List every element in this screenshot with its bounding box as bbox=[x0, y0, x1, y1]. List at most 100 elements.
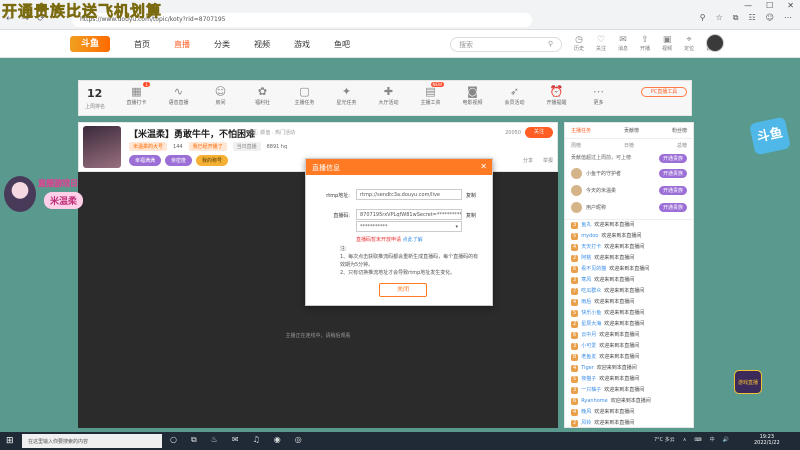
share-button[interactable]: 分享 bbox=[523, 157, 533, 164]
daily-live-tag[interactable]: 当日直播 bbox=[232, 142, 261, 151]
tab-fans[interactable]: 粉丝榜 bbox=[672, 127, 687, 134]
keyboard-icon[interactable]: ⌨ bbox=[694, 437, 701, 443]
chip-title[interactable]: 我的称号 bbox=[196, 155, 229, 166]
streamer-avatar[interactable] bbox=[83, 126, 121, 168]
cortana-icon[interactable]: ○ bbox=[170, 435, 177, 445]
taskbar-clock[interactable]: 19:23 2022/1/22 bbox=[754, 434, 780, 446]
chip-happy[interactable]: 幸福满满 bbox=[129, 155, 162, 166]
chat-username[interactable]: 老鱼友 bbox=[581, 354, 596, 361]
chat-username[interactable]: 快乐小鱼 bbox=[581, 310, 601, 317]
tool-star[interactable]: ✦ 星光任务 bbox=[333, 85, 360, 106]
chat-username[interactable]: 雨后 bbox=[581, 299, 591, 306]
tab-total[interactable]: 总榜 bbox=[677, 142, 687, 149]
rank-row[interactable]: 今天的米温柔 开通贵族 bbox=[565, 182, 693, 199]
tool-wallet[interactable]: ▤ 主播工资 NEW bbox=[417, 82, 444, 106]
chat-username[interactable]: 吃瓜群众 bbox=[581, 288, 601, 295]
rtmp-address-field[interactable]: rtmp://sendtc3a.douyu.com/live bbox=[356, 189, 462, 200]
ime-indicator[interactable]: 中 bbox=[710, 436, 715, 443]
follow-button[interactable]: 关注 bbox=[525, 127, 553, 138]
tool-gift[interactable]: ✿ 福利社 bbox=[249, 85, 276, 106]
music-app-icon[interactable]: ♫ bbox=[253, 435, 260, 445]
collections-icon[interactable]: ☷ bbox=[748, 13, 755, 23]
follow-list-button[interactable]: ♡ 关注 bbox=[596, 35, 606, 52]
search-input[interactable]: 搜索 ⚲ bbox=[450, 37, 562, 52]
rank-action-button[interactable]: 开通贵族 bbox=[658, 169, 687, 178]
tool-wave[interactable]: ∿ 语音直播 bbox=[165, 85, 192, 106]
chat-username[interactable]: mydoo bbox=[581, 233, 598, 240]
search-icon[interactable]: ⚲ bbox=[548, 40, 553, 48]
tray-expand-icon[interactable]: ∧ bbox=[683, 437, 687, 443]
tool-people[interactable]: ☺ 房间 bbox=[207, 85, 234, 106]
chat-username[interactable]: 晚风 bbox=[581, 409, 591, 416]
open-noble-button[interactable]: 开通贵族 bbox=[658, 154, 687, 163]
steam-icon[interactable]: ♨ bbox=[211, 435, 218, 445]
rank-row[interactable]: 小鱼干的守护者 开通贵族 bbox=[565, 165, 693, 182]
rank-row[interactable]: 用户昵称 开通贵族 bbox=[565, 199, 693, 216]
avatar[interactable] bbox=[706, 34, 724, 52]
history-button[interactable]: ◷ 历史 bbox=[574, 35, 584, 52]
location-button[interactable]: ⌖ 定位 bbox=[684, 35, 694, 52]
chat-username[interactable]: 天天打卡 bbox=[581, 244, 601, 251]
task-view-icon[interactable]: ⧉ bbox=[191, 435, 197, 445]
messages-button[interactable]: ✉ 消息 bbox=[618, 35, 628, 52]
minimize-button[interactable]: — bbox=[744, 1, 752, 10]
chat-username[interactable]: 阿桃 bbox=[581, 255, 591, 262]
nav-live[interactable]: 直播 bbox=[174, 39, 190, 50]
tool-rocket[interactable]: ➶ 会员活动 bbox=[501, 85, 528, 106]
chip-intimacy[interactable]: 亲密度 bbox=[165, 155, 193, 166]
mail-icon[interactable]: ✉ bbox=[232, 435, 239, 445]
favorite-icon[interactable]: ☆ bbox=[716, 13, 723, 23]
line-select[interactable]: *********** ▾ bbox=[356, 221, 462, 232]
tab-day[interactable]: 日榜 bbox=[624, 142, 634, 149]
rank-action-button[interactable]: 开通贵族 bbox=[658, 186, 687, 195]
go-live-button[interactable]: ⇧ 开播 bbox=[640, 35, 650, 52]
rank-action-button[interactable]: 开通贵族 bbox=[658, 203, 687, 212]
site-logo[interactable]: 斗鱼 bbox=[70, 36, 110, 52]
weather-widget[interactable]: 7°C 多云 bbox=[654, 436, 675, 443]
nav-category[interactable]: 分类 bbox=[214, 39, 230, 50]
extensions-icon[interactable]: ⧉ bbox=[733, 13, 739, 23]
close-dialog-button[interactable]: 关闭 bbox=[379, 283, 427, 297]
chat-username[interactable]: 看不见的猫 bbox=[581, 266, 606, 273]
chat-username[interactable]: Ryanhome bbox=[581, 398, 608, 405]
chat-username[interactable]: 小可爱 bbox=[581, 343, 596, 350]
tool-calendar[interactable]: ▦ 直播打卡 1 bbox=[123, 82, 150, 106]
nav-yuba[interactable]: 鱼吧 bbox=[334, 39, 350, 50]
chat-username[interactable]: Tiger bbox=[581, 365, 594, 372]
obs-icon[interactable]: ◉ bbox=[274, 435, 281, 445]
tab-contribution[interactable]: 贡献榜 bbox=[624, 127, 639, 134]
tab-week[interactable]: 周榜 bbox=[571, 142, 581, 149]
edge-icon[interactable]: ◎ bbox=[295, 435, 302, 445]
pc-live-tool-button[interactable]: PC直播工具 bbox=[641, 87, 687, 97]
profile-icon[interactable]: ☺ bbox=[766, 13, 774, 23]
windows-start-icon[interactable]: ⊞ bbox=[6, 436, 14, 446]
nav-games[interactable]: 游戏 bbox=[294, 39, 310, 50]
chat-username[interactable]: 云中月 bbox=[581, 332, 596, 339]
chat-username[interactable]: 一只柚子 bbox=[581, 387, 601, 394]
tool-camera[interactable]: ◙ 电影视频 bbox=[459, 85, 486, 106]
tool-box[interactable]: ▢ 主播任务 bbox=[291, 85, 318, 106]
room-category[interactable]: 分区: 颜值 · 热门活动 bbox=[247, 129, 295, 136]
copy-code-button[interactable]: 复制 bbox=[466, 212, 476, 219]
tool-more[interactable]: ⋯ 更多 bbox=[585, 85, 612, 106]
nav-home[interactable]: 首页 bbox=[134, 39, 150, 50]
close-icon[interactable]: ✕ bbox=[480, 162, 487, 171]
learn-more-link[interactable]: 点此了解 bbox=[403, 237, 423, 243]
close-window-button[interactable]: ✕ bbox=[787, 1, 794, 10]
video-button[interactable]: ▣ 视频 bbox=[662, 35, 672, 52]
zoom-icon[interactable]: ⚲ bbox=[700, 13, 706, 23]
chat-username[interactable]: 风铃 bbox=[581, 420, 591, 427]
maximize-button[interactable]: ☐ bbox=[766, 1, 773, 10]
tool-alarm[interactable]: ⏰ 开播提醒 bbox=[543, 85, 570, 106]
chat-username[interactable]: 星辰大海 bbox=[581, 321, 601, 328]
tab-streamer-task[interactable]: 主播任务 bbox=[571, 127, 591, 134]
nav-video[interactable]: 视频 bbox=[254, 39, 270, 50]
report-button[interactable]: 举报 bbox=[543, 157, 553, 164]
taskbar-search-input[interactable]: 在这里输入你要搜索的内容 bbox=[22, 434, 162, 448]
chat-username[interactable]: 夜猫子 bbox=[581, 376, 596, 383]
stream-code-field[interactable]: 8707195rxVPLqfW81wSecret=************* bbox=[356, 209, 462, 220]
tool-present[interactable]: ✚ 大厅活动 bbox=[375, 85, 402, 106]
chat-username[interactable]: 鱼丸 bbox=[581, 222, 591, 229]
chat-username[interactable]: 寒风 bbox=[581, 277, 591, 284]
browser-menu-icon[interactable]: ⋯ bbox=[784, 13, 792, 23]
